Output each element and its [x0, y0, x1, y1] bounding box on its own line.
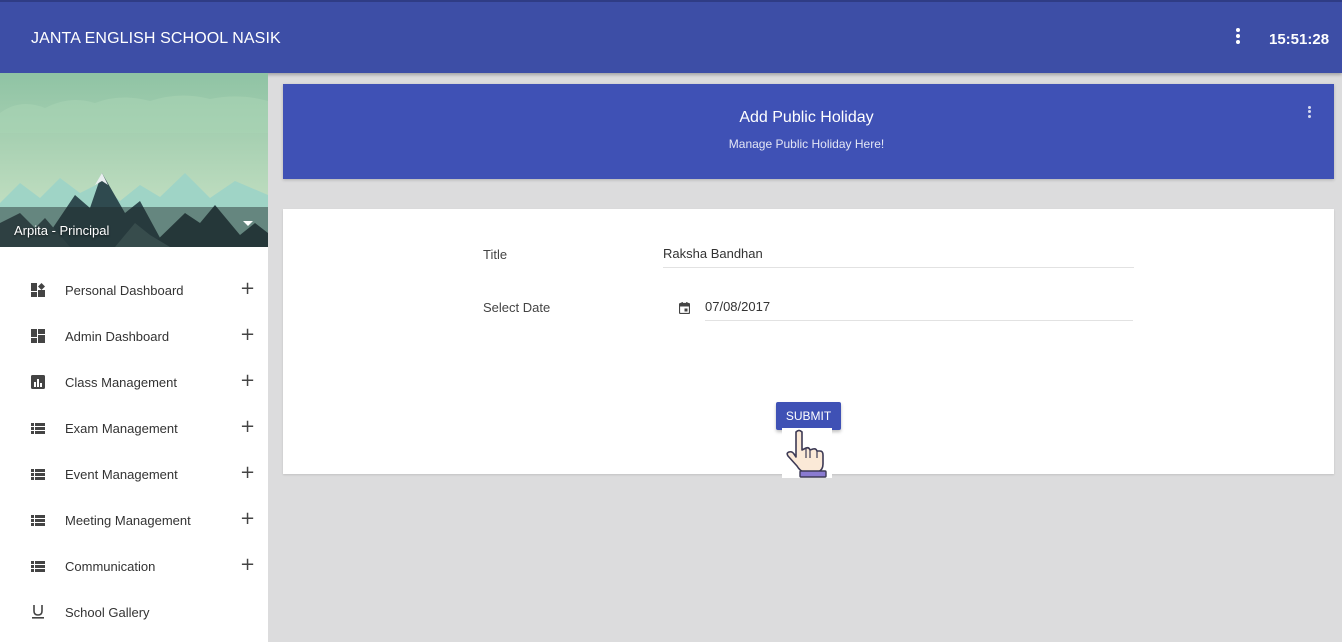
clock: 15:51:28	[1269, 31, 1330, 48]
app-title: JANTA ENGLISH SCHOOL NASIK	[31, 30, 281, 47]
sidebar-item-label: Event Management	[65, 467, 178, 482]
profile-name: Arpita - Principal	[14, 223, 110, 238]
page-header-card: Add Public Holiday Manage Public Holiday…	[283, 84, 1334, 179]
sidebar-item-label: Personal Dashboard	[65, 283, 184, 298]
expand-plus-icon[interactable]: +	[240, 509, 255, 529]
list-icon	[31, 515, 45, 526]
expand-plus-icon[interactable]: +	[240, 417, 255, 437]
sidebar-item-event-management[interactable]: Event Management +	[0, 451, 268, 497]
top-app-bar: JANTA ENGLISH SCHOOL NASIK 15:51:28	[0, 0, 1342, 73]
sidebar-item-label: Class Management	[65, 375, 177, 390]
dashboard-icon	[31, 329, 45, 343]
more-vert-icon[interactable]	[1229, 26, 1247, 52]
sidebar-item-admin-dashboard[interactable]: Admin Dashboard +	[0, 313, 268, 359]
sidebar-item-label: Meeting Management	[65, 513, 191, 528]
profile-header: Arpita - Principal	[0, 73, 268, 247]
expand-plus-icon[interactable]: +	[240, 463, 255, 483]
sidebar-item-meeting-management[interactable]: Meeting Management +	[0, 497, 268, 543]
sidebar-item-label: Exam Management	[65, 421, 178, 436]
sidebar-item-label: School Gallery	[65, 605, 150, 620]
sidebar-item-label: Admin Dashboard	[65, 329, 170, 344]
list-icon	[31, 469, 45, 480]
dashboard-puzzle-icon	[31, 283, 45, 297]
expand-plus-icon[interactable]: +	[240, 371, 255, 391]
more-vert-icon[interactable]	[1303, 104, 1315, 124]
pointing-hand-icon	[782, 428, 832, 478]
sidebar-item-communication[interactable]: Communication +	[0, 543, 268, 589]
expand-plus-icon[interactable]: +	[240, 279, 255, 299]
sidebar-item-class-management[interactable]: Class Management +	[0, 359, 268, 405]
sidebar-item-exam-management[interactable]: Exam Management +	[0, 405, 268, 451]
sidebar-item-school-gallery[interactable]: School Gallery	[0, 589, 268, 635]
list-icon	[31, 423, 45, 434]
expand-plus-icon[interactable]: +	[240, 555, 255, 575]
page-subtitle: Manage Public Holiday Here!	[728, 137, 885, 151]
bar-chart-icon	[31, 375, 45, 389]
sidebar-item-personal-dashboard[interactable]: Personal Dashboard +	[0, 267, 268, 313]
title-input[interactable]	[663, 240, 1134, 268]
title-label: Title	[483, 247, 508, 262]
underline-icon	[32, 605, 44, 619]
dropdown-caret-icon[interactable]	[243, 221, 253, 226]
sidebar-item-label: Communication	[65, 559, 156, 574]
calendar-icon[interactable]	[679, 302, 690, 314]
holiday-form-card: Title Select Date SUBMIT	[283, 209, 1334, 478]
sidebar: Arpita - Principal Personal Dashboard + …	[0, 73, 268, 642]
page-title: Add Public Holiday	[739, 109, 874, 126]
sidebar-nav: Personal Dashboard + Admin Dashboard + C…	[0, 267, 268, 635]
date-label: Select Date	[483, 300, 551, 315]
list-icon	[31, 561, 45, 572]
submit-button[interactable]: SUBMIT	[776, 402, 841, 430]
expand-plus-icon[interactable]: +	[240, 325, 255, 345]
date-input[interactable]	[705, 293, 1133, 321]
